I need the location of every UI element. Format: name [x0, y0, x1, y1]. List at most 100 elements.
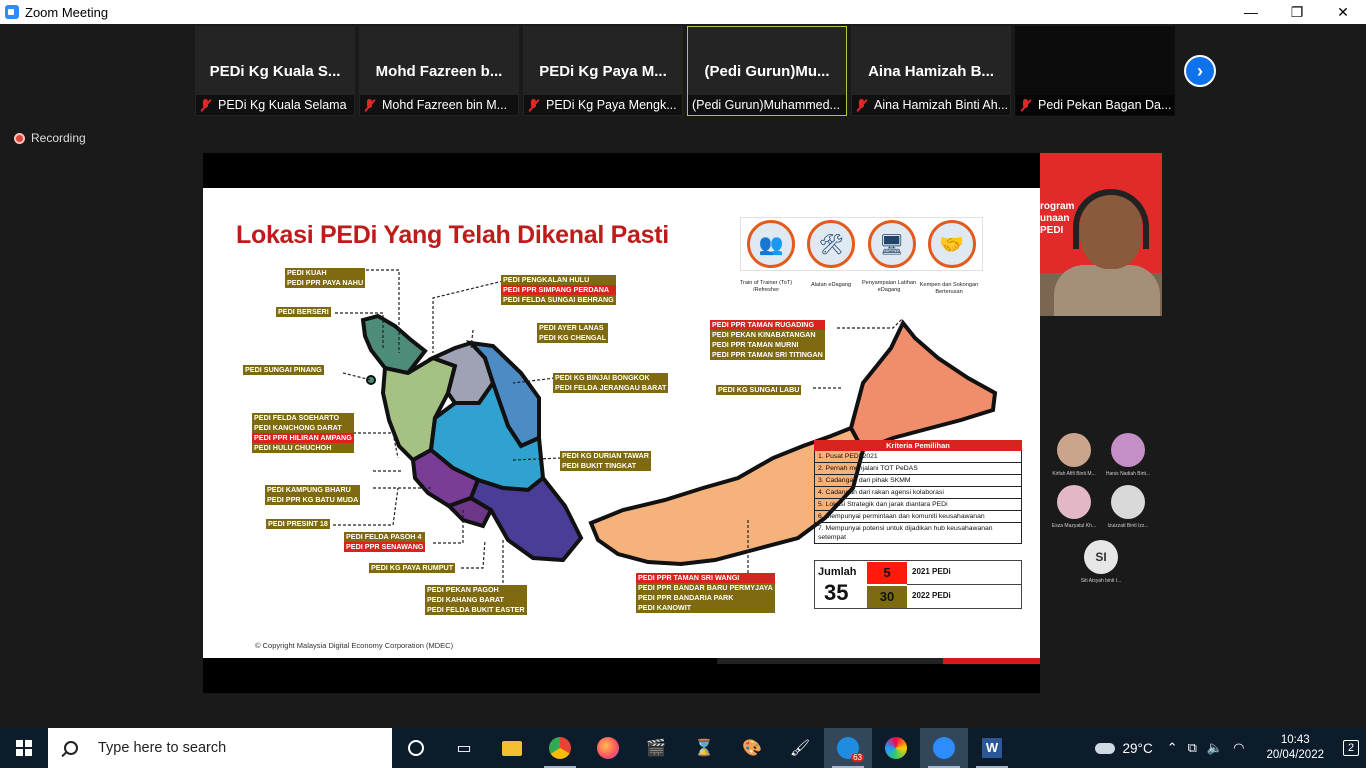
- photos-icon[interactable]: [872, 728, 920, 768]
- location-label: PEDI PPR TAMAN SRI WANGI PEDI PPR BANDAR …: [636, 573, 775, 613]
- search-placeholder: Type here to search: [98, 740, 227, 756]
- location-label: PEDI FELDA SOEHARTO PEDI KANCHONG DARAT PE…: [252, 413, 354, 453]
- icon-caption: Alatan eDagang: [810, 282, 852, 288]
- totals-value: 35: [824, 580, 849, 605]
- close-button[interactable]: ✕: [1320, 0, 1366, 24]
- participant-tile[interactable]: Pedi Pekan Bagan Da...: [1015, 26, 1175, 116]
- criteria-table: Kriteria Pemilihan 1. Pusat PEDI 2021 2.…: [814, 440, 1022, 544]
- cortana-icon[interactable]: [392, 728, 440, 768]
- location-label: PEDI KUAH PEDI PPR PAYA NAHU: [285, 268, 366, 288]
- clock[interactable]: 10:43 20/04/2022: [1266, 733, 1324, 763]
- map-island-penang: [366, 375, 376, 385]
- window-title: Zoom Meeting: [25, 4, 109, 20]
- word-icon[interactable]: W: [968, 728, 1016, 768]
- location-label: PEDI PRESINT 18: [266, 519, 330, 529]
- speaker-video[interactable]: rogram unaan PEDI: [1040, 153, 1162, 316]
- firefox-icon[interactable]: [584, 728, 632, 768]
- zoom-icon[interactable]: [920, 728, 968, 768]
- totals-box: Jumlah 35 5 30 2021 PEDi 2022 PEDi: [814, 560, 1022, 609]
- participant-display-name: Mohd Fazreen b...: [375, 63, 503, 80]
- location-label: PEDI PENGKALAN HULU PEDI PPR SIMPANG PERD…: [501, 275, 616, 305]
- participant-tile-active-speaker[interactable]: (Pedi Gurun)Mu... (Pedi Gurun)Muhammed..…: [687, 26, 847, 116]
- tools-icon: 🛠: [807, 220, 856, 268]
- count-2022: 30: [867, 586, 907, 608]
- avatar-initials: SI: [1084, 540, 1118, 574]
- mic-muted-icon: [200, 98, 212, 112]
- participant-label: (Pedi Gurun)Muhammed...: [692, 98, 840, 112]
- cloud-icon: [1094, 742, 1115, 754]
- gallery-tile[interactable]: Esza Mazyatul Kh...: [1047, 485, 1101, 529]
- criteria-row: 1. Pusat PEDI 2021: [814, 451, 1022, 463]
- gallery-tile[interactable]: SI Siti Aisyah binti I...: [1074, 540, 1128, 584]
- wifi-icon[interactable]: ◠: [1233, 740, 1244, 756]
- icon-caption: Kempen dan Sokongan Berterusan: [919, 282, 979, 295]
- mic-muted-icon: [364, 98, 376, 112]
- location-label: PEDI SUNGAI PINANG: [243, 365, 324, 375]
- paint-icon[interactable]: 🎨: [728, 728, 776, 768]
- participant-tile[interactable]: Aina Hamizah B... Aina Hamizah Binti Ah.…: [851, 26, 1011, 116]
- gallery-tile[interactable]: Kirfah Afifi Binti M...: [1047, 433, 1101, 477]
- chevron-right-icon: ›: [1197, 60, 1203, 81]
- participant-label: Mohd Fazreen bin M...: [382, 98, 508, 112]
- criteria-row: 2. Pernah menjalani TOT PeDAS: [814, 463, 1022, 475]
- minimize-button[interactable]: —: [1228, 0, 1274, 24]
- volume-icon[interactable]: 🔈: [1207, 740, 1223, 756]
- speaker-background-text: rogram unaan PEDI: [1040, 201, 1075, 236]
- participant-tile[interactable]: PEDi Kg Paya M... PEDi Kg Paya Mengk...: [523, 26, 683, 116]
- file-explorer-icon[interactable]: [488, 728, 536, 768]
- slide-footer-strip: [203, 658, 1040, 693]
- avatar: [1111, 433, 1145, 467]
- start-button[interactable]: [0, 728, 48, 768]
- recording-indicator[interactable]: Recording: [14, 131, 86, 145]
- zoom-app-icon: [5, 5, 19, 19]
- criteria-header: Kriteria Pemilihan: [814, 440, 1022, 451]
- mail-icon[interactable]: 63: [824, 728, 872, 768]
- program-icons: 👥 🛠 🖥 🤝: [740, 217, 983, 271]
- maximize-button[interactable]: ❐: [1274, 0, 1320, 24]
- location-label: PEDI AYER LANAS PEDI KG CHENGAL: [537, 323, 609, 343]
- recording-icon: [14, 132, 25, 144]
- gallery-name: Siti Aisyah binti I...: [1080, 578, 1122, 584]
- slide-copyright: © Copyright Malaysia Digital Economy Cor…: [255, 641, 454, 650]
- gallery-name: Hanis Nadiah Bint...: [1105, 471, 1151, 477]
- gallery-tile[interactable]: Izuizzati Binti Izz...: [1101, 485, 1155, 529]
- training-icon: 👥: [747, 220, 796, 268]
- icon-caption: Penyampaian Latihan eDagang: [861, 280, 917, 293]
- taskbar-apps: ▭ 🎬 ⌛ 🎨 🖌 63 W: [392, 728, 1016, 768]
- chrome-icon[interactable]: [536, 728, 584, 768]
- next-page-button[interactable]: ›: [1184, 55, 1216, 87]
- hourglass-icon[interactable]: ⌛: [680, 728, 728, 768]
- location-label: PEDI KG PAYA RUMPUT: [369, 563, 456, 573]
- participant-strip: PEDi Kg Kuala S... PEDi Kg Kuala Selama …: [195, 26, 1175, 116]
- notification-center-icon[interactable]: 2: [1336, 728, 1366, 768]
- windows-taskbar: Type here to search ▭ 🎬 ⌛ 🎨 🖌 63 W 29°C: [0, 728, 1366, 768]
- monitor-icon: 🖥: [867, 220, 916, 268]
- criteria-row: 6. Mempunyai permintaan dan komuniti keu…: [814, 511, 1022, 523]
- taskbar-search[interactable]: Type here to search: [48, 728, 392, 768]
- chevron-up-icon[interactable]: ⌃: [1167, 740, 1178, 756]
- participant-label: PEDi Kg Kuala Selama: [218, 98, 347, 112]
- criteria-row: 5. Lokasi Strategik dan jarak diantara P…: [814, 499, 1022, 511]
- meet-now-icon[interactable]: ⧉: [1188, 740, 1197, 756]
- shared-screen: Lokasi PEDi Yang Telah Dikenal Pasti PED…: [203, 153, 1040, 693]
- location-label: PEDI KG DURIAN TAWAR PEDI BUKIT TINGKAT: [560, 451, 651, 471]
- window-title-bar: Zoom Meeting — ❐ ✕: [0, 0, 1366, 24]
- notification-count: 2: [1342, 740, 1360, 756]
- participant-tile[interactable]: PEDi Kg Kuala S... PEDi Kg Kuala Selama: [195, 26, 355, 116]
- criteria-row: 3. Cadangan dari pihak SKMM: [814, 475, 1022, 487]
- paint-3d-icon[interactable]: 🖌: [776, 728, 824, 768]
- gallery-name: Izuizzati Binti Izz...: [1107, 523, 1149, 529]
- weather-widget[interactable]: 29°C: [1094, 741, 1153, 756]
- avatar: [1057, 485, 1091, 519]
- label-2021: 2021 PEDi: [912, 567, 951, 576]
- gallery-tile[interactable]: Hanis Nadiah Bint...: [1101, 433, 1155, 477]
- participant-tile[interactable]: Mohd Fazreen b... Mohd Fazreen bin M...: [359, 26, 519, 116]
- location-label: PEDI FELDA PASOH 4 PEDI PPR SENAWANG: [344, 532, 426, 552]
- criteria-row: 7. Mempunyai potensi untuk dijadikan hub…: [814, 523, 1022, 544]
- task-view-icon[interactable]: ▭: [440, 728, 488, 768]
- map-region-sabah: [848, 319, 998, 453]
- desktop: Zoom Meeting — ❐ ✕ PEDi Kg Kuala S... PE…: [0, 0, 1366, 768]
- avatar: [1111, 485, 1145, 519]
- zoom-meeting-area: PEDi Kg Kuala S... PEDi Kg Kuala Selama …: [0, 24, 1366, 728]
- video-editor-icon[interactable]: 🎬: [632, 728, 680, 768]
